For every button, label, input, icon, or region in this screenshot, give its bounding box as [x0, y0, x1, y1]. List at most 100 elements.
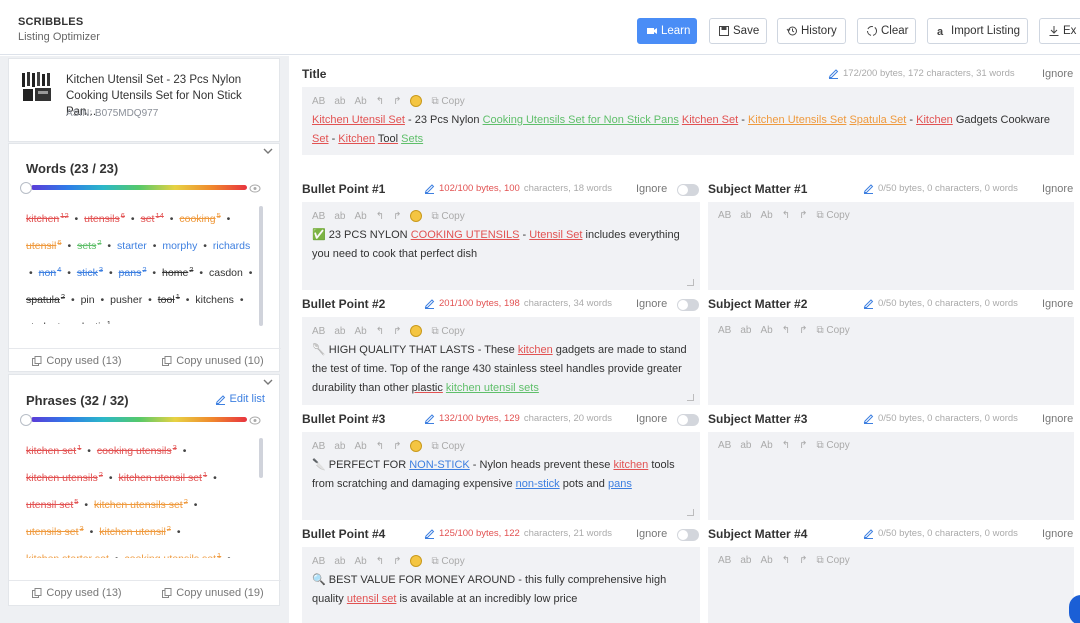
- emoji-icon[interactable]: [410, 440, 423, 452]
- subject-ignore-label[interactable]: Ignore: [1042, 413, 1073, 425]
- words-slider-knob[interactable]: [20, 182, 32, 194]
- uppercase-button[interactable]: AB: [718, 440, 731, 451]
- keyword-tag[interactable]: starter: [117, 240, 147, 252]
- uppercase-button[interactable]: AB: [718, 210, 731, 221]
- subject-ignore-label[interactable]: Ignore: [1042, 298, 1073, 310]
- uppercase-button[interactable]: AB: [312, 441, 325, 452]
- learn-button[interactable]: Learn: [637, 18, 697, 44]
- phrases-scrollbar[interactable]: [259, 438, 263, 478]
- capitalize-button[interactable]: Ab: [354, 211, 366, 222]
- visibility-icon[interactable]: [249, 416, 261, 425]
- undo-icon[interactable]: ↰: [376, 211, 384, 222]
- title-text[interactable]: Kitchen Utensil Set - 23 Pcs Nylon Cooki…: [312, 111, 1064, 149]
- pencil-icon[interactable]: [863, 528, 874, 539]
- pencil-icon[interactable]: [863, 183, 874, 194]
- bullet-text[interactable]: ✅ 23 PCS NYLON COOKING UTENSILS - Utensi…: [312, 226, 690, 264]
- redo-icon[interactable]: ↱: [393, 556, 401, 567]
- lowercase-button[interactable]: ab: [334, 441, 345, 452]
- bullet-ignore-toggle[interactable]: [677, 184, 699, 196]
- subject-matter-editor[interactable]: AB ab Ab ↰ ↱ ⧉ Copy: [708, 547, 1074, 623]
- uppercase-button[interactable]: AB: [718, 555, 731, 566]
- keyword-tag[interactable]: pusher: [110, 294, 142, 306]
- bullet-editor[interactable]: AB ab Ab ↰ ↱ ⧉ Copy 🔍 BEST VALUE FOR MONEY ARO…: [302, 547, 700, 623]
- capitalize-button[interactable]: Ab: [760, 440, 772, 451]
- keyword-tag[interactable]: cooking utensils set1: [124, 551, 221, 558]
- import-listing-button[interactable]: a Import Listing: [927, 18, 1028, 44]
- pencil-icon[interactable]: [424, 413, 435, 424]
- collapse-chevron-icon[interactable]: [263, 148, 273, 154]
- history-button[interactable]: History: [777, 18, 846, 44]
- undo-icon[interactable]: ↰: [782, 325, 790, 336]
- clear-button[interactable]: Clear: [857, 18, 916, 44]
- keyword-tag[interactable]: utensil set5: [26, 497, 78, 511]
- bullet-text[interactable]: 🥄 HIGH QUALITY THAT LASTS - These kitche…: [312, 341, 690, 398]
- keyword-tag[interactable]: grey: [126, 321, 146, 324]
- subject-matter-editor[interactable]: AB ab Ab ↰ ↱ ⧉ Copy: [708, 317, 1074, 405]
- phrases-copy-used-button[interactable]: Copy used (13): [9, 587, 145, 599]
- keyword-tag[interactable]: cooking5: [179, 211, 220, 225]
- bullet-text[interactable]: 🔪 PERFECT FOR NON-STICK - Nylon heads pr…: [312, 456, 690, 494]
- resize-handle[interactable]: [687, 394, 694, 401]
- capitalize-button[interactable]: Ab: [760, 210, 772, 221]
- save-button[interactable]: Save: [709, 18, 767, 44]
- keyword-tag[interactable]: kitchen utensil2: [99, 524, 171, 538]
- copy-button[interactable]: ⧉ Copy: [816, 210, 849, 221]
- copy-button[interactable]: ⧉ Copy: [431, 211, 464, 222]
- keyword-tag[interactable]: stick3: [77, 265, 103, 279]
- lowercase-button[interactable]: ab: [740, 440, 751, 451]
- bullet-editor[interactable]: AB ab Ab ↰ ↱ ⧉ Copy 🥄 HIGH QUALITY THAT LASTS …: [302, 317, 700, 405]
- undo-icon[interactable]: ↰: [376, 96, 384, 107]
- copy-button[interactable]: ⧉ Copy: [816, 555, 849, 566]
- emoji-icon[interactable]: [410, 325, 423, 337]
- lowercase-button[interactable]: ab: [740, 210, 751, 221]
- bullet-ignore-toggle[interactable]: [677, 529, 699, 541]
- keyword-tag[interactable]: spatula2: [26, 292, 65, 306]
- words-copy-used-button[interactable]: Copy used (13): [9, 355, 145, 367]
- keyword-tag[interactable]: morphy: [162, 240, 197, 252]
- redo-icon[interactable]: ↱: [393, 441, 401, 452]
- resize-handle[interactable]: [687, 279, 694, 286]
- uppercase-button[interactable]: AB: [312, 556, 325, 567]
- subject-ignore-label[interactable]: Ignore: [1042, 528, 1073, 540]
- undo-icon[interactable]: ↰: [782, 440, 790, 451]
- redo-icon[interactable]: ↱: [393, 96, 401, 107]
- copy-button[interactable]: ⧉ Copy: [816, 325, 849, 336]
- lowercase-button[interactable]: ab: [334, 96, 345, 107]
- undo-icon[interactable]: ↰: [376, 326, 384, 337]
- keyword-tag[interactable]: set14: [140, 211, 163, 225]
- bullet-editor[interactable]: AB ab Ab ↰ ↱ ⧉ Copy ✅ 23 PCS NYLON COOKING UTE…: [302, 202, 700, 290]
- redo-icon[interactable]: ↱: [799, 440, 807, 451]
- copy-button[interactable]: ⧉ Copy: [431, 326, 464, 337]
- pencil-icon[interactable]: [863, 413, 874, 424]
- redo-icon[interactable]: ↱: [799, 555, 807, 566]
- redo-icon[interactable]: ↱: [393, 211, 401, 222]
- collapse-chevron-icon[interactable]: [263, 379, 273, 385]
- keyword-tag[interactable]: kitchen starter set: [26, 553, 109, 558]
- subject-ignore-label[interactable]: Ignore: [1042, 183, 1073, 195]
- lowercase-button[interactable]: ab: [334, 556, 345, 567]
- emoji-icon[interactable]: [410, 555, 423, 567]
- uppercase-button[interactable]: AB: [312, 326, 325, 337]
- product-card[interactable]: Kitchen Utensil Set - 23 Pcs Nylon Cooki…: [8, 58, 280, 142]
- copy-button[interactable]: ⧉ Copy: [431, 96, 464, 107]
- capitalize-button[interactable]: Ab: [354, 556, 366, 567]
- keyword-tag[interactable]: kitchens: [195, 294, 234, 306]
- capitalize-button[interactable]: Ab: [760, 325, 772, 336]
- capitalize-button[interactable]: Ab: [760, 555, 772, 566]
- pencil-icon[interactable]: [424, 183, 435, 194]
- keyword-tag[interactable]: kitchen set1: [26, 443, 81, 457]
- export-button[interactable]: Ex: [1039, 18, 1080, 44]
- lowercase-button[interactable]: ab: [740, 325, 751, 336]
- lowercase-button[interactable]: ab: [334, 211, 345, 222]
- title-ignore-label[interactable]: Ignore: [1042, 68, 1073, 80]
- undo-icon[interactable]: ↰: [376, 441, 384, 452]
- keyword-tag[interactable]: pans2: [119, 265, 147, 279]
- keyword-tag[interactable]: home2: [162, 265, 193, 279]
- keyword-tag[interactable]: kitchen utensil set1: [119, 470, 208, 484]
- uppercase-button[interactable]: AB: [312, 96, 325, 107]
- phrases-copy-unused-button[interactable]: Copy unused (19): [145, 587, 281, 599]
- capitalize-button[interactable]: Ab: [354, 441, 366, 452]
- keyword-tag[interactable]: casdon: [209, 267, 243, 279]
- pencil-icon[interactable]: [828, 68, 839, 79]
- keyword-tag[interactable]: student: [26, 321, 60, 324]
